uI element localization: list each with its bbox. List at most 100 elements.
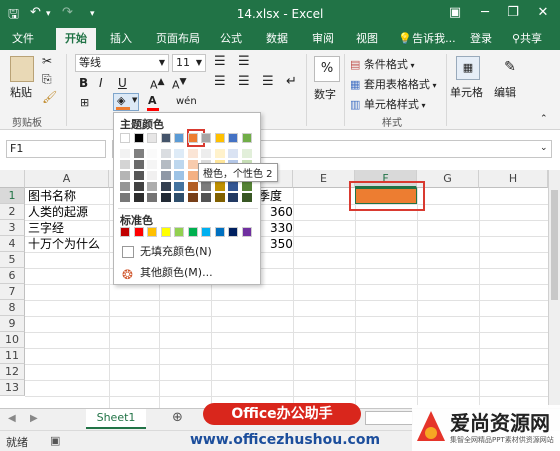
row-header[interactable]: 5 bbox=[0, 252, 25, 268]
shade-swatch[interactable] bbox=[160, 171, 171, 180]
restore-icon[interactable]: ❐ bbox=[502, 4, 524, 22]
expand-formula-icon[interactable]: ⌄ bbox=[540, 143, 548, 153]
row-header[interactable]: 4 bbox=[0, 236, 25, 252]
theme-swatch[interactable] bbox=[147, 133, 157, 143]
align-middle-icon[interactable]: ☰ bbox=[238, 54, 250, 69]
cut-icon[interactable]: ✂ bbox=[42, 54, 52, 68]
tab-view[interactable]: 视图 bbox=[348, 28, 386, 50]
ribbon-display-icon[interactable]: ▣ bbox=[444, 4, 466, 22]
percent-icon[interactable]: % bbox=[314, 56, 340, 82]
align-top-icon[interactable]: ☰ bbox=[214, 54, 226, 69]
row-header[interactable]: 3 bbox=[0, 220, 25, 236]
shade-swatch[interactable] bbox=[120, 193, 130, 202]
shade-swatch[interactable] bbox=[187, 182, 198, 191]
row-header[interactable]: 2 bbox=[0, 204, 25, 220]
shade-swatch[interactable] bbox=[147, 182, 157, 191]
paste-icon[interactable] bbox=[10, 56, 34, 82]
cell-a3[interactable]: 三字经 bbox=[28, 220, 64, 236]
theme-swatch[interactable] bbox=[187, 133, 198, 143]
shade-swatch[interactable] bbox=[120, 182, 130, 191]
scroll-left-icon[interactable]: ◀ bbox=[8, 413, 16, 424]
shade-swatch[interactable] bbox=[120, 171, 130, 180]
horizontal-scrollbar[interactable] bbox=[365, 411, 413, 425]
cell-d3[interactable]: 330 bbox=[270, 220, 293, 236]
shade-swatch[interactable] bbox=[214, 149, 225, 158]
shade-swatch[interactable] bbox=[241, 193, 252, 202]
phonetic-icon[interactable]: wén bbox=[176, 96, 197, 107]
scrollbar-thumb[interactable] bbox=[551, 190, 558, 300]
shade-swatch[interactable] bbox=[187, 171, 198, 180]
fill-color-button[interactable]: ◈ ▼ bbox=[113, 93, 139, 111]
standard-swatch[interactable] bbox=[228, 227, 238, 237]
row-header[interactable]: 8 bbox=[0, 300, 25, 316]
vertical-scrollbar[interactable] bbox=[548, 170, 560, 408]
scroll-right-icon[interactable]: ▶ bbox=[30, 413, 38, 424]
theme-swatch[interactable] bbox=[241, 133, 252, 143]
standard-swatch[interactable] bbox=[133, 227, 144, 237]
theme-swatch[interactable] bbox=[120, 133, 130, 143]
shade-swatch[interactable] bbox=[133, 149, 144, 158]
align-center-icon[interactable]: ☰ bbox=[238, 74, 250, 89]
shade-swatch[interactable] bbox=[147, 149, 157, 158]
row-header[interactable]: 12 bbox=[0, 364, 25, 380]
row-header[interactable]: 6 bbox=[0, 268, 25, 284]
row-header[interactable]: 10 bbox=[0, 332, 25, 348]
font-name-select[interactable]: 等线 ▼ bbox=[75, 54, 169, 72]
tab-page-layout[interactable]: 页面布局 bbox=[148, 28, 208, 50]
standard-swatch[interactable] bbox=[201, 227, 211, 237]
shade-swatch[interactable] bbox=[133, 171, 144, 180]
shade-swatch[interactable] bbox=[228, 182, 238, 191]
shade-swatch[interactable] bbox=[147, 193, 157, 202]
font-size-select[interactable]: 11 ▼ bbox=[172, 54, 206, 72]
cell-d4[interactable]: 350 bbox=[270, 236, 293, 252]
row-header[interactable]: 13 bbox=[0, 380, 25, 396]
theme-swatch[interactable] bbox=[133, 133, 144, 143]
close-icon[interactable]: ✕ bbox=[532, 4, 554, 22]
standard-swatch[interactable] bbox=[174, 227, 184, 237]
shade-swatch[interactable] bbox=[228, 193, 238, 202]
no-fill-menu-item[interactable]: 无填充颜色(N) bbox=[118, 242, 256, 262]
borders-icon[interactable]: ⊞ bbox=[80, 96, 89, 109]
row-header[interactable]: 1 bbox=[0, 188, 25, 204]
theme-swatch[interactable] bbox=[214, 133, 225, 143]
shade-swatch[interactable] bbox=[174, 160, 184, 169]
column-header[interactable]: G bbox=[417, 170, 479, 188]
cell-a4[interactable]: 十万个为什么 bbox=[28, 236, 100, 252]
collapse-ribbon-icon[interactable]: ⌃ bbox=[540, 114, 548, 124]
share-button[interactable]: ⚲共享 bbox=[500, 28, 554, 50]
shade-swatch[interactable] bbox=[214, 193, 225, 202]
shade-swatch[interactable] bbox=[241, 149, 252, 158]
standard-swatch[interactable] bbox=[147, 227, 157, 237]
shade-swatch[interactable] bbox=[228, 149, 238, 158]
shade-swatch[interactable] bbox=[187, 160, 198, 169]
tab-insert[interactable]: 插入 bbox=[102, 28, 140, 50]
shade-swatch[interactable] bbox=[160, 182, 171, 191]
theme-swatch[interactable] bbox=[201, 133, 211, 143]
column-header[interactable]: A bbox=[25, 170, 109, 188]
cell-a2[interactable]: 人类的起源 bbox=[28, 204, 88, 220]
shade-swatch[interactable] bbox=[214, 182, 225, 191]
standard-swatch[interactable] bbox=[160, 227, 171, 237]
number-label[interactable]: 数字 bbox=[314, 86, 336, 102]
shade-swatch[interactable] bbox=[133, 160, 144, 169]
cell-a1[interactable]: 图书名称 bbox=[28, 188, 76, 204]
theme-swatch[interactable] bbox=[174, 133, 184, 143]
shade-swatch[interactable] bbox=[160, 193, 171, 202]
minimize-icon[interactable]: ─ bbox=[474, 4, 496, 22]
shade-swatch[interactable] bbox=[160, 149, 171, 158]
cells-icon[interactable]: ▦ bbox=[456, 56, 480, 80]
more-colors-menu-item[interactable]: ❂ 其他颜色(M)... bbox=[118, 263, 256, 283]
editing-label[interactable]: 编辑 bbox=[494, 84, 516, 100]
shade-swatch[interactable] bbox=[174, 182, 184, 191]
shade-swatch[interactable] bbox=[201, 149, 211, 158]
cell-d2[interactable]: 360 bbox=[270, 204, 293, 220]
tab-data[interactable]: 数据 bbox=[258, 28, 296, 50]
decrease-font-icon[interactable]: A▼ bbox=[172, 76, 187, 92]
tab-file[interactable]: 文件 bbox=[4, 28, 42, 50]
format-painter-icon[interactable]: 🖌 bbox=[42, 90, 57, 104]
italic-button[interactable]: I bbox=[99, 76, 103, 90]
increase-font-icon[interactable]: A▲ bbox=[150, 76, 165, 92]
shade-swatch[interactable] bbox=[241, 182, 252, 191]
cell-d1[interactable]: 季度 bbox=[258, 188, 282, 204]
select-all-corner[interactable] bbox=[0, 170, 25, 188]
